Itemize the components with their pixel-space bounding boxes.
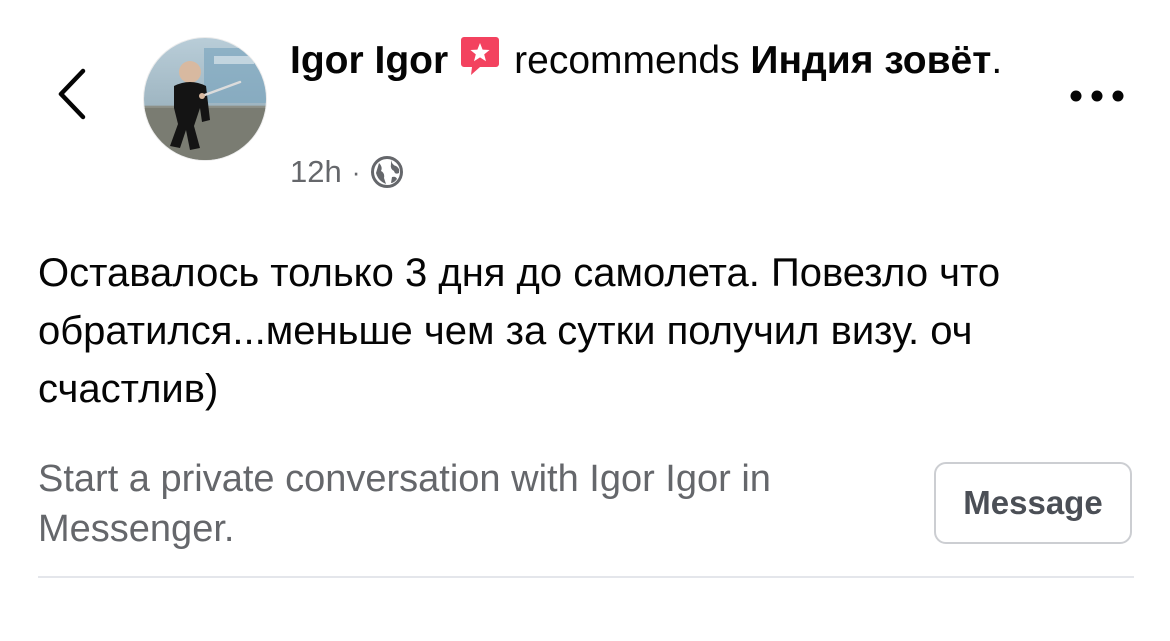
post-meta: 12h · (290, 154, 404, 190)
divider (38, 576, 1134, 578)
page-name-suffix: . (991, 39, 1003, 82)
meta-separator: · (351, 156, 361, 187)
post-body: Оставалось только 3 дня до самолета. Пов… (38, 251, 1001, 411)
recommends-label: recommends (514, 39, 740, 82)
messenger-cta-text: Start a private conversation with Igor I… (38, 458, 771, 550)
globe-icon[interactable] (370, 155, 404, 189)
message-button[interactable]: Message (934, 462, 1132, 544)
post-header: Igor Igor recommends Индия зовёт. (290, 34, 1030, 92)
more-options-button[interactable] (1062, 78, 1132, 118)
author-name[interactable]: Igor Igor (290, 39, 448, 82)
more-horizontal-icon (1069, 89, 1125, 108)
chevron-left-icon (55, 67, 89, 126)
recommendation-star-icon (460, 35, 500, 92)
post-timestamp[interactable]: 12h (290, 154, 342, 190)
back-button[interactable] (44, 64, 100, 128)
author-avatar[interactable] (144, 38, 266, 160)
recommended-page-name[interactable]: Индия зовёт (750, 39, 991, 82)
